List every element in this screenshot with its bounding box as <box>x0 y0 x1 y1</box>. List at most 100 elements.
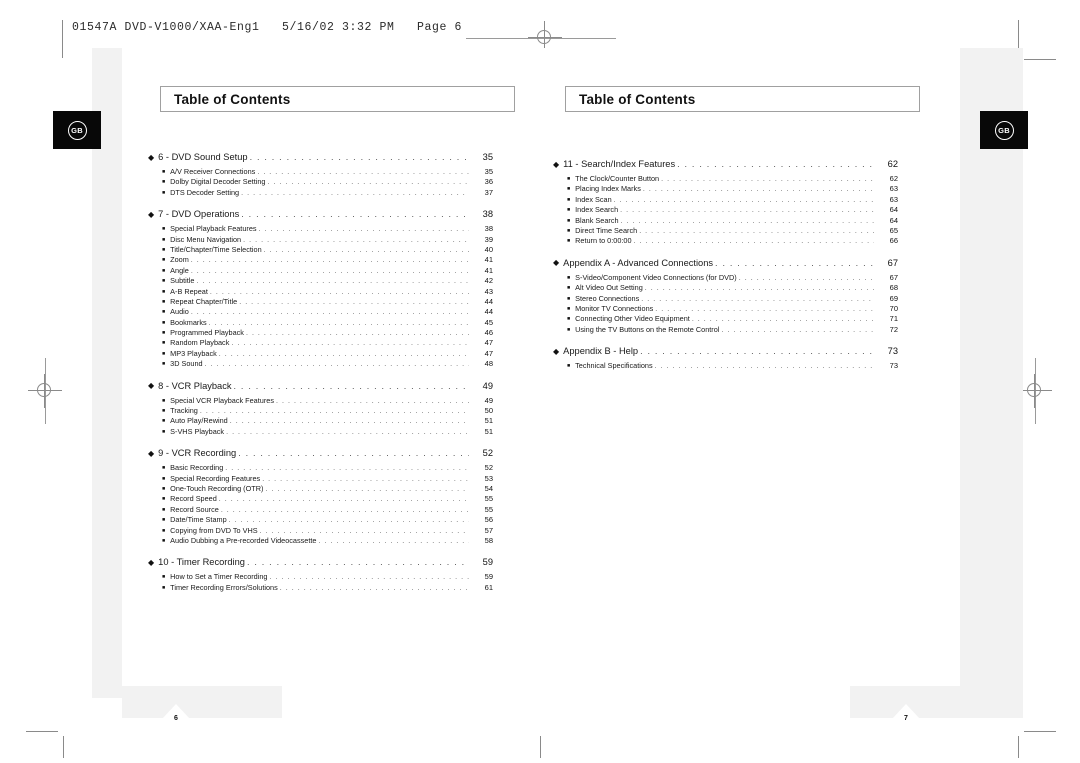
square-bullet-icon: ■ <box>567 238 571 245</box>
toc-entry-label: S-VHS Playback <box>170 426 225 436</box>
square-bullet-icon: ■ <box>567 207 571 214</box>
toc-group: ◆ 10 - Timer Recording. . . . . . . . . .… <box>148 557 493 593</box>
toc-entry-page-number: 51 <box>484 416 493 426</box>
toc-entry-row: ■ Connecting Other Video Equipment. . . .… <box>553 314 898 324</box>
leader-dots: . . . . . . . . . . . . . . . . . . . . … <box>229 418 469 426</box>
toc-entry-row: ■ Direct Time Search. . . . . . . . . . .… <box>553 226 898 236</box>
leader-dots: . . . . . . . . . . . . . . . . . . . . … <box>257 169 469 176</box>
diamond-bullet-icon: ◆ <box>148 152 155 162</box>
leader-dots: . . . . . . . . . . . . . . . . . . . . … <box>265 485 469 493</box>
language-tab-gb-left: GB <box>53 111 101 149</box>
toc-entry-page-number: 53 <box>484 473 493 483</box>
toc-entry-row: ■ S-VHS Playback. . . . . . . . . . . . .… <box>148 427 493 437</box>
toc-section-row: ◆ 10 - Timer Recording. . . . . . . . . .… <box>148 557 493 571</box>
toc-entry-row: ■ 3D Sound. . . . . . . . . . . . . . . .… <box>148 359 493 369</box>
leader-dots: . . . . . . . . . . . . . . . . . . . . … <box>263 246 469 254</box>
gb-badge-left: GB <box>67 120 87 140</box>
square-bullet-icon: ■ <box>162 226 166 233</box>
left-page-toc-list: ◆ 6 - DVD Sound Setup. . . . . . . . . . … <box>148 152 493 593</box>
toc-entry-row: ■ Audio. . . . . . . . . . . . . . . . . … <box>148 307 493 317</box>
leader-dots: . . . . . . . . . . . . . . . . . . . . … <box>661 176 874 183</box>
right-page-gray-edge <box>958 166 1023 698</box>
toc-entry-row: ■ Zoom. . . . . . . . . . . . . . . . . .… <box>148 255 493 265</box>
leader-dots: . . . . . . . . . . . . . . . . . . . . … <box>209 288 469 296</box>
leader-dots: . . . . . . . . . . . . . . . . . . . . … <box>655 305 874 313</box>
square-bullet-icon: ■ <box>162 340 166 347</box>
square-bullet-icon: ■ <box>567 217 571 224</box>
square-bullet-icon: ■ <box>162 257 166 264</box>
toc-entry-page-number: 44 <box>484 296 493 306</box>
crop-mark-bottom-center-v <box>540 736 541 758</box>
square-bullet-icon: ■ <box>162 584 166 591</box>
square-bullet-icon: ■ <box>567 196 571 203</box>
crop-mark-bottom-right-v <box>1018 736 1019 758</box>
crop-mark-bottom-left-v <box>63 736 64 758</box>
toc-entry-row: ■ Copying from DVD To VHS. . . . . . . . … <box>148 526 493 536</box>
toc-entry-page-number: 72 <box>889 324 898 334</box>
toc-entry-row: ■ Monitor TV Connections. . . . . . . . .… <box>553 304 898 314</box>
toc-group: ◆ 11 - Search/Index Features. . . . . . .… <box>553 159 898 247</box>
toc-entry-page-number: 42 <box>484 276 493 286</box>
toc-section-row: ◆ 9 - VCR Recording. . . . . . . . . . . … <box>148 448 493 462</box>
square-bullet-icon: ■ <box>567 227 571 234</box>
toc-entry-label: Timer Recording Errors/Solutions <box>170 582 278 592</box>
toc-entry-row: ■ Date/Time Stamp. . . . . . . . . . . . … <box>148 515 493 525</box>
leader-dots: . . . . . . . . . . . . . . . . . . . . … <box>279 584 469 592</box>
square-bullet-icon: ■ <box>162 309 166 316</box>
toc-entry-page-number: 57 <box>484 525 493 535</box>
toc-entry-label: Programmed Playback <box>170 328 244 338</box>
toc-entry-label: Special Playback Features <box>170 224 257 234</box>
toc-group: ◆ Appendix B - Help. . . . . . . . . . . … <box>553 346 898 371</box>
toc-entry-row: ■ Basic Recording. . . . . . . . . . . . … <box>148 463 493 473</box>
toc-entry-label: Technical Specifications <box>575 361 653 371</box>
toc-entry-row: ■ The Clock/Counter Button. . . . . . . .… <box>553 174 898 184</box>
toc-entry-row: ■ Bookmarks. . . . . . . . . . . . . . . … <box>148 318 493 328</box>
square-bullet-icon: ■ <box>162 475 166 482</box>
toc-entry-page-number: 45 <box>484 317 493 327</box>
square-bullet-icon: ■ <box>162 330 166 337</box>
crop-mark-top-left-v <box>62 20 63 58</box>
toc-entry-row: ■ Record Speed. . . . . . . . . . . . . .… <box>148 494 493 504</box>
square-bullet-icon: ■ <box>162 506 166 513</box>
square-bullet-icon: ■ <box>162 574 166 581</box>
gb-badge-right: GB <box>994 120 1014 140</box>
toc-entry-row: ■ How to Set a Timer Recording. . . . . .… <box>148 572 493 582</box>
square-bullet-icon: ■ <box>162 496 166 503</box>
toc-entry-page-number: 56 <box>484 515 493 525</box>
leader-dots: . . . . . . . . . . . . . . . . . . . . … <box>715 257 874 268</box>
leader-dots: . . . . . . . . . . . . . . . . . . . . … <box>633 238 874 246</box>
toc-group: ◆ 7 - DVD Operations. . . . . . . . . . .… <box>148 209 493 369</box>
leader-dots: . . . . . . . . . . . . . . . . . . . . … <box>258 226 469 234</box>
toc-group: ◆ 8 - VCR Playback. . . . . . . . . . . .… <box>148 381 493 438</box>
diamond-bullet-icon: ◆ <box>148 448 155 458</box>
toc-entry-row: ■ Programmed Playback. . . . . . . . . . … <box>148 328 493 338</box>
toc-entry-row: ■ A/V Receiver Connections. . . . . . . .… <box>148 167 493 177</box>
toc-entry-row: ■ Random Playback. . . . . . . . . . . . … <box>148 338 493 348</box>
toc-entry-label: Disc Menu Navigation <box>170 234 242 244</box>
leader-dots: . . . . . . . . . . . . . . . . . . . . … <box>262 475 469 483</box>
toc-entry-row: ■ Special Playback Features. . . . . . . … <box>148 224 493 234</box>
toc-entry-page-number: 62 <box>887 159 898 169</box>
leader-dots: . . . . . . . . . . . . . . . . . . . . … <box>721 326 874 334</box>
square-bullet-icon: ■ <box>162 278 166 285</box>
square-bullet-icon: ■ <box>567 186 571 193</box>
toc-entry-page-number: 55 <box>484 494 493 504</box>
toc-entry-label: Zoom <box>170 255 189 265</box>
leader-dots: . . . . . . . . . . . . . . . . . . . . … <box>269 574 469 582</box>
toc-entry-page-number: 36 <box>484 177 493 187</box>
leader-dots: . . . . . . . . . . . . . . . . . . . . … <box>249 152 469 162</box>
square-bullet-icon: ■ <box>162 189 166 196</box>
toc-entry-page-number: 66 <box>889 236 898 246</box>
toc-entry-row: ■ Audio Dubbing a Pre-recorded Videocasse… <box>148 536 493 546</box>
toc-entry-page-number: 63 <box>889 184 898 194</box>
leader-dots: . . . . . . . . . . . . . . . . . . . . … <box>190 309 469 317</box>
toc-entry-page-number: 70 <box>889 303 898 313</box>
square-bullet-icon: ■ <box>567 295 571 302</box>
square-bullet-icon: ■ <box>162 517 166 524</box>
crop-mark-bottom-right-h <box>1024 731 1056 732</box>
leader-dots: . . . . . . . . . . . . . . . . . . . . … <box>644 285 874 293</box>
leader-dots: . . . . . . . . . . . . . . . . . . . . … <box>245 330 469 338</box>
leader-dots: . . . . . . . . . . . . . . . . . . . . … <box>196 278 469 286</box>
toc-entry-label: 8 - VCR Playback <box>158 380 232 391</box>
toc-entry-label: DTS Decoder Setting <box>170 187 240 197</box>
